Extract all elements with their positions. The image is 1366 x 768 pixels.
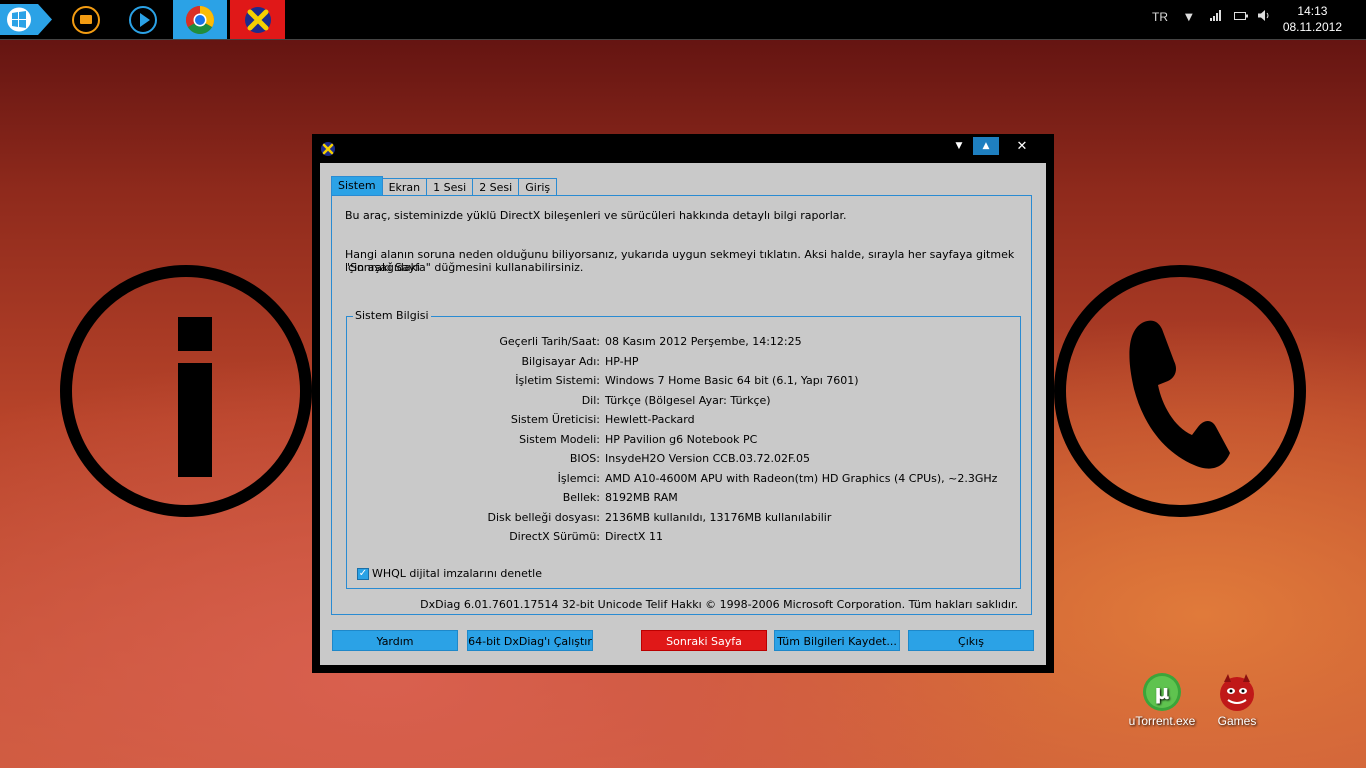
whql-checkbox-label[interactable]: WHQL dijital imzalarını denetle xyxy=(372,567,542,580)
maximize-button[interactable]: ▲ xyxy=(973,137,999,155)
info-row-language: Dil: Türkçe (Bölgesel Ayar: Türkçe) xyxy=(347,394,1022,408)
dxdiag-window: ▼ ▲ ✕ Sistem Ekran 1 Sesi 2 Sesi Giriş B… xyxy=(312,134,1054,673)
directx-window-icon xyxy=(321,142,335,156)
info-label: Bellek: xyxy=(562,491,600,504)
desktop-icon-utorrent[interactable]: µ uTorrent.exe xyxy=(1122,672,1202,728)
info-label: Dil: xyxy=(581,393,600,407)
phone-tile xyxy=(1054,265,1306,517)
desktop-icon-label: uTorrent.exe xyxy=(1128,714,1196,728)
info-value: DirectX 11 xyxy=(605,530,663,543)
tab-sesi-2[interactable]: 2 Sesi xyxy=(472,178,520,196)
info-value: Windows 7 Home Basic 64 bit (6.1, Yapı 7… xyxy=(605,374,859,387)
whql-checkbox[interactable]: ✓ xyxy=(357,567,369,580)
volume-icon[interactable] xyxy=(1258,10,1270,24)
window-titlebar[interactable]: ▼ ▲ ✕ xyxy=(312,134,1054,163)
svg-text:µ: µ xyxy=(1155,680,1170,704)
group-title: Sistem Bilgisi xyxy=(353,309,431,322)
info-value: HP Pavilion g6 Notebook PC xyxy=(605,432,758,446)
directx-icon xyxy=(244,6,271,33)
utorrent-icon: µ xyxy=(1143,673,1181,711)
info-label: İşletim Sistemi: xyxy=(515,374,600,387)
info-row-model: Sistem Modeli: HP Pavilion g6 Notebook P… xyxy=(347,433,1022,447)
info-row-date: Geçerli Tarih/Saat: 08 Kasım 2012 Perşem… xyxy=(347,335,1022,349)
window-client: Sistem Ekran 1 Sesi 2 Sesi Giriş Bu araç… xyxy=(320,163,1046,665)
chrome-icon xyxy=(186,5,214,34)
close-icon: ✕ xyxy=(1016,138,1028,154)
minimize-button[interactable]: ▼ xyxy=(946,137,972,155)
exit-button[interactable]: Çıkış xyxy=(908,630,1034,651)
folder-icon xyxy=(72,5,100,34)
next-page-button[interactable]: Sonraki Sayfa xyxy=(641,630,767,651)
signal-icon[interactable] xyxy=(1210,10,1222,24)
language-indicator[interactable]: TR xyxy=(1152,10,1168,24)
info-value: 08 Kasım 2012 Perşembe, 14:12:25 xyxy=(605,335,802,348)
tab-giris[interactable]: Giriş xyxy=(518,178,558,196)
info-row-bios: BIOS: InsydeH2O Version CCB.03.72.02F.05 xyxy=(347,452,1022,466)
clock[interactable]: 14:13 08.11.2012 xyxy=(1283,3,1342,35)
close-button[interactable]: ✕ xyxy=(1009,137,1035,155)
tab-ekran[interactable]: Ekran xyxy=(381,178,428,196)
help-button[interactable]: Yardım xyxy=(332,630,458,651)
info-row-processor: İşlemci: AMD A10-4600M APU with Radeon(t… xyxy=(347,472,1022,486)
tab-panel-sistem: Bu araç, sisteminizde yüklü DirectX bile… xyxy=(331,195,1032,615)
taskbar-media-player[interactable] xyxy=(127,0,159,39)
instruction-text-line2: "Sonraki Sayfa" düğmesini kullanabilirsi… xyxy=(345,261,584,274)
info-row-directx: DirectX Sürümü: DirectX 11 xyxy=(347,530,1022,544)
tab-bar: Sistem Ekran 1 Sesi 2 Sesi Giriş xyxy=(331,176,558,196)
copyright-note: DxDiag 6.01.7601.17514 32-bit Unicode Te… xyxy=(420,598,1018,611)
info-value: 2136MB kullanıldı, 13176MB kullanılabili… xyxy=(605,510,832,524)
info-label: Sistem Modeli: xyxy=(519,432,600,446)
phone-icon xyxy=(1129,320,1230,469)
info-row-page-file: Disk belleği dosyası: 2136MB kullanıldı,… xyxy=(347,511,1022,525)
info-label: Disk belleği dosyası: xyxy=(487,510,600,524)
clock-date: 08.11.2012 xyxy=(1282,20,1342,34)
info-label: DirectX Sürümü: xyxy=(509,530,600,543)
save-all-button[interactable]: Tüm Bilgileri Kaydet... xyxy=(774,630,900,651)
start-button[interactable] xyxy=(0,0,55,39)
info-label: Sistem Üreticisi: xyxy=(510,413,600,426)
info-row-os: İşletim Sistemi: Windows 7 Home Basic 64… xyxy=(347,374,1022,388)
chevron-up-icon: ▲ xyxy=(982,141,990,151)
clock-time: 14:13 xyxy=(1297,4,1328,18)
taskbar-explorer[interactable] xyxy=(71,0,101,39)
system-info-group: Sistem Bilgisi Geçerli Tarih/Saat: 08 Ka… xyxy=(346,309,1022,589)
tab-sistem[interactable]: Sistem xyxy=(331,176,383,196)
info-value: Türkçe (Bölgesel Ayar: Türkçe) xyxy=(605,393,771,407)
info-row-memory: Bellek: 8192MB RAM xyxy=(347,491,1022,505)
info-label: Bilgisayar Adı: xyxy=(521,354,600,368)
info-value: 8192MB RAM xyxy=(605,491,678,504)
info-tile xyxy=(60,265,312,517)
play-icon xyxy=(129,5,157,34)
tab-sesi-1[interactable]: 1 Sesi xyxy=(426,178,474,196)
whql-checkbox-row[interactable]: ✓ WHQL dijital imzalarını denetle xyxy=(357,567,542,580)
info-value: AMD A10-4600M APU with Radeon(tm) HD Gra… xyxy=(605,471,998,485)
taskbar-dxdiag[interactable] xyxy=(230,0,285,39)
intro-text: Bu araç, sisteminizde yüklü DirectX bile… xyxy=(345,209,847,222)
battery-icon[interactable] xyxy=(1234,10,1248,24)
chevron-down-icon: ▼ xyxy=(955,141,963,151)
desktop-icon-label: Games xyxy=(1217,714,1257,728)
windows-start-icon xyxy=(0,4,52,35)
taskbar: TR ▼ 14:13 08.11.2012 xyxy=(0,0,1366,40)
info-label: İşlemci: xyxy=(557,471,600,485)
info-row-computer-name: Bilgisayar Adı: HP-HP xyxy=(347,355,1022,369)
tray-expand-icon[interactable]: ▼ xyxy=(1185,12,1193,23)
info-label: Geçerli Tarih/Saat: xyxy=(499,335,600,348)
info-label: BIOS: xyxy=(569,452,600,465)
taskbar-chrome[interactable] xyxy=(173,0,227,39)
devil-icon xyxy=(1220,674,1254,711)
desktop-icon-games[interactable]: Games xyxy=(1197,672,1277,728)
info-value: HP-HP xyxy=(605,354,639,368)
info-value: Hewlett-Packard xyxy=(605,413,695,426)
info-value: InsydeH2O Version CCB.03.72.02F.05 xyxy=(605,452,811,465)
run-64bit-button[interactable]: 64-bit DxDiag'ı Çalıştır xyxy=(467,630,593,651)
info-row-manufacturer: Sistem Üreticisi: Hewlett-Packard xyxy=(347,413,1022,427)
